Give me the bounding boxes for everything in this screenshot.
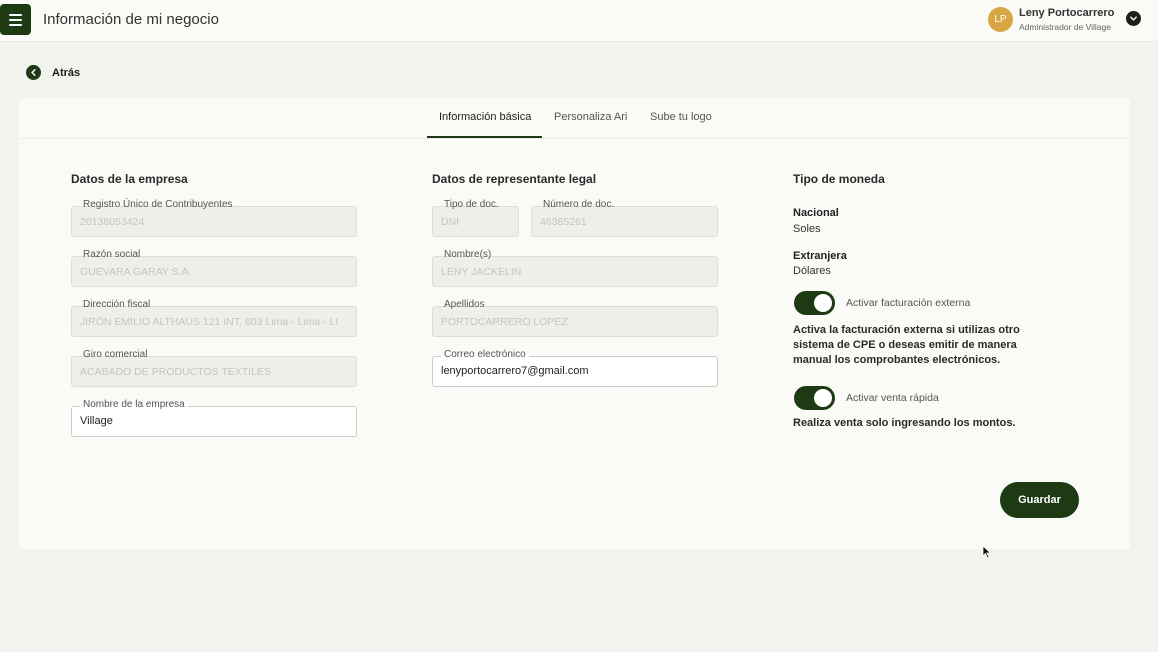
ruc-value: 20138053424 [80,216,145,228]
correo-field[interactable]: Correo electrónico lenyportocarrero7@gma… [432,349,718,387]
correo-value[interactable]: lenyportocarrero7@gmail.com [441,365,713,377]
facturacion-desc-line-1: Activa la facturación externa si utiliza… [793,324,1020,336]
mouse-cursor-icon [982,545,992,559]
company-section-title: Datos de la empresa [71,172,188,186]
active-tab-indicator [427,136,542,138]
venta-rapida-label: Activar venta rápida [846,392,939,404]
razon-social-value: GUEVARA GARAY S.A. [80,266,192,278]
currency-section-title: Tipo de moneda [793,172,885,186]
correo-label: Correo electrónico [441,349,529,360]
ruc-field: Registro Único de Contribuyentes 2013805… [71,199,357,237]
tipo-doc-field: Tipo de doc. DNI [432,199,519,237]
tipo-doc-label: Tipo de doc. [441,199,502,210]
direccion-fiscal-field: Dirección fiscal JIRÓN EMILIO ALTHAUS 12… [71,299,357,337]
back-label: Atrás [52,66,81,79]
razon-social-label: Razón social [80,249,144,260]
nombres-field: Nombre(s) LENY JACKELIN [432,249,718,287]
back-button[interactable]: Atrás [26,65,80,80]
numero-doc-value: 46385261 [540,216,587,228]
toggle-knob [814,294,832,312]
extranjera-value: Dólares [793,265,831,277]
nombre-empresa-value[interactable]: Village [80,415,352,427]
tab-informacion-basica[interactable]: Información básica [439,111,531,123]
facturacion-desc-line-3: manual los comprobantes electrónicos. [793,354,1001,366]
apellidos-value: PORTOCARRERO LOPEZ [441,316,568,328]
tipo-doc-value: DNI [441,216,460,228]
giro-comercial-field: Giro comercial ACABADO DE PRODUCTOS TEXT… [71,349,357,387]
nombres-value: LENY JACKELIN [441,266,522,278]
save-button[interactable]: Guardar [1000,482,1079,518]
avatar[interactable]: LP [988,7,1013,32]
business-info-card: Información básica Personaliza Ari Sube … [19,98,1130,549]
apellidos-label: Apellidos [441,299,488,310]
facturacion-externa-description: Activa la facturación externa si utiliza… [793,323,1020,368]
legal-rep-section-title: Datos de representante legal [432,172,597,186]
direccion-fiscal-label: Dirección fiscal [80,299,154,310]
nombre-empresa-label: Nombre de la empresa [80,399,188,410]
extranjera-label: Extranjera [793,250,847,262]
venta-rapida-toggle[interactable] [794,386,835,410]
direccion-fiscal-value: JIRÓN EMILIO ALTHAUS 121 INT. 603 Lima -… [80,316,339,328]
toggle-knob [814,389,832,407]
user-role: Administrador de Village [1019,22,1111,32]
giro-comercial-label: Giro comercial [80,349,151,360]
nacional-value: Soles [793,223,821,235]
giro-comercial-value: ACABADO DE PRODUCTOS TEXTILES [80,366,271,378]
numero-doc-label: Número de doc. [540,199,618,210]
facturacion-desc-line-2: sistema de CPE o deseas emitir de manera [793,339,1017,351]
facturacion-externa-label: Activar facturación externa [846,297,971,309]
chevron-left-icon [26,65,41,80]
page-title: Información de mi negocio [43,11,219,28]
ruc-label: Registro Único de Contribuyentes [80,199,236,210]
chevron-down-icon[interactable] [1126,11,1141,26]
user-name[interactable]: Leny Portocarrero [1019,7,1114,19]
nombre-empresa-field[interactable]: Nombre de la empresa Village [71,399,357,437]
numero-doc-field: Número de doc. 46385261 [531,199,718,237]
facturacion-externa-toggle[interactable] [794,291,835,315]
apellidos-field: Apellidos PORTOCARRERO LOPEZ [432,299,718,337]
hamburger-menu-icon[interactable] [0,4,31,35]
venta-rapida-description: Realiza venta solo ingresando los montos… [793,417,1016,429]
tab-personaliza-ari[interactable]: Personaliza Ari [554,111,627,123]
nacional-label: Nacional [793,207,839,219]
tab-bar: Información básica Personaliza Ari Sube … [19,98,1130,139]
razon-social-field: Razón social GUEVARA GARAY S.A. [71,249,357,287]
tab-sube-tu-logo[interactable]: Sube tu logo [650,111,712,123]
top-bar: Información de mi negocio LP Leny Portoc… [0,0,1158,42]
nombres-label: Nombre(s) [441,249,495,260]
